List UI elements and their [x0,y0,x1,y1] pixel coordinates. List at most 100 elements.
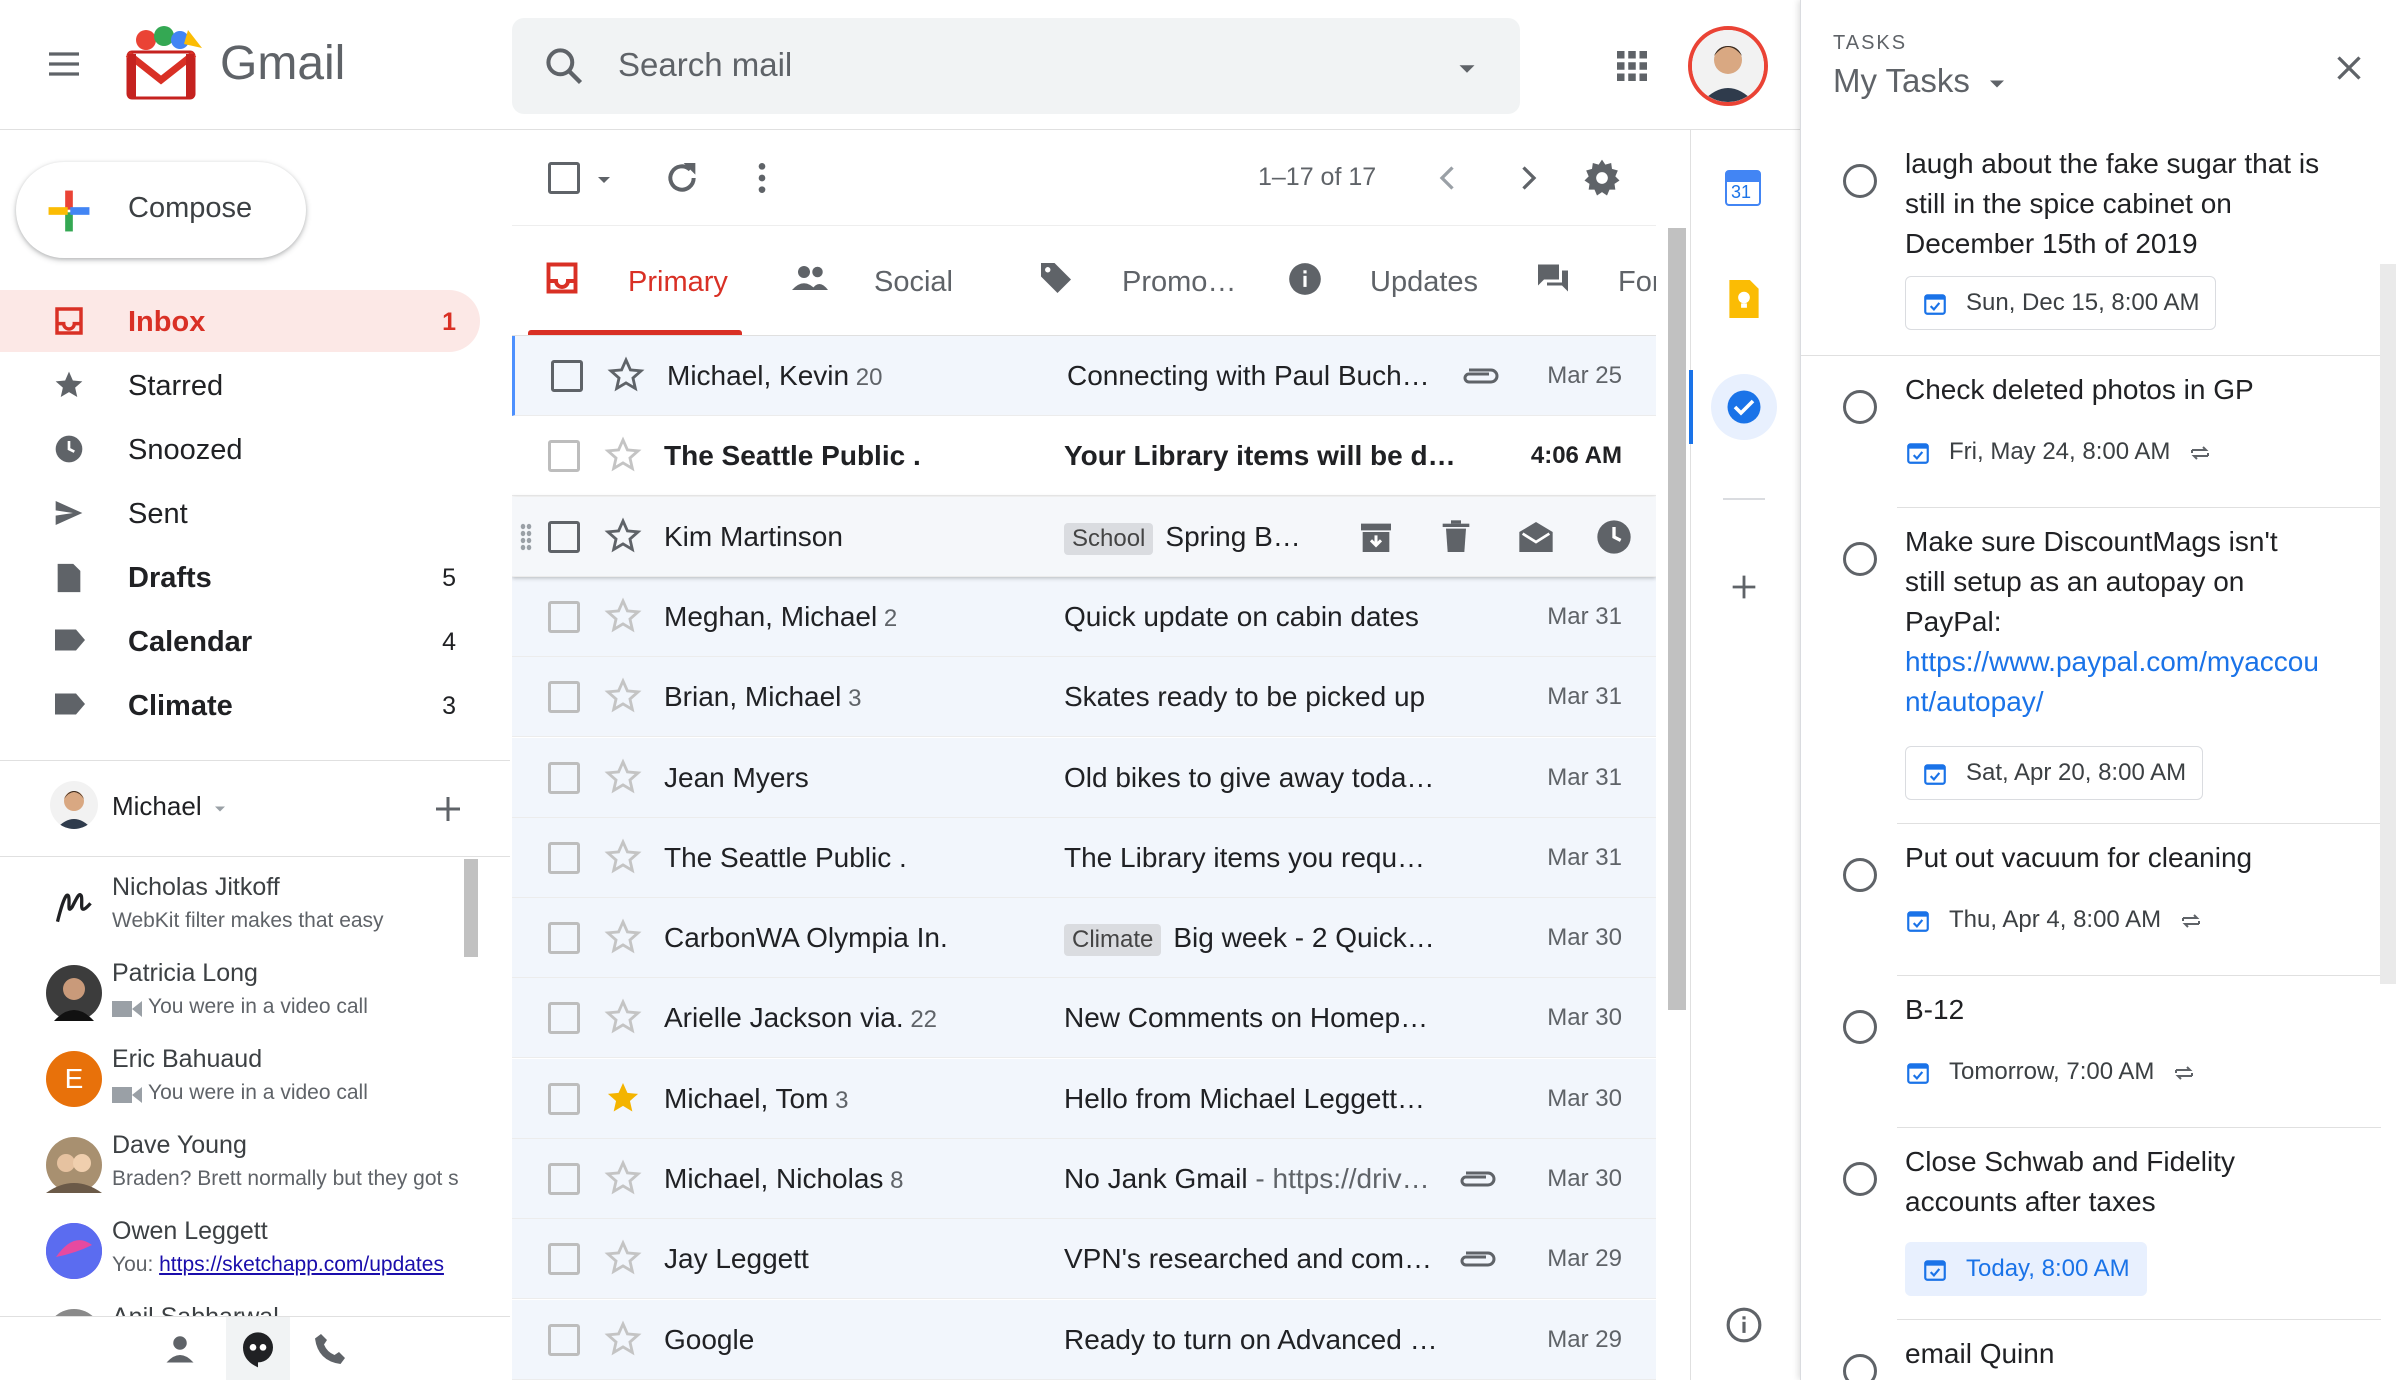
task-complete-checkbox[interactable] [1843,542,1877,576]
chevron-right-icon[interactable] [1510,160,1546,196]
contact-item[interactable]: E Eric Bahuaud You were in a video call [0,1033,480,1119]
row-checkbox[interactable] [548,1163,580,1195]
row-checkbox[interactable] [548,1002,580,1034]
mail-row[interactable]: Brian, Michael 3 Skates ready to be picke… [512,657,1656,737]
chevron-left-icon[interactable] [1430,160,1466,196]
task-item[interactable]: Put out vacuum for cleaning Thu, Apr 4, 8… [1843,824,2381,976]
account-avatar[interactable] [1688,26,1768,106]
task-due-date[interactable]: Sun, Dec 15, 8:00 AM [1905,276,2217,330]
star-outline-icon[interactable] [604,677,642,715]
search-options-icon[interactable] [1452,54,1482,84]
task-complete-checkbox[interactable] [1843,390,1877,424]
star-outline-icon[interactable] [604,838,642,876]
phone-icon[interactable] [312,1331,348,1367]
star-outline-icon[interactable] [604,517,642,555]
mark-read-icon[interactable] [1516,517,1556,557]
mail-row[interactable]: The Seattle Public . Your Library items w… [512,416,1656,496]
star-outline-icon[interactable] [604,1159,642,1197]
mail-row[interactable]: Google Ready to turn on Advanced … Mar 29 [512,1300,1656,1380]
chevron-down-icon[interactable] [210,799,230,819]
row-checkbox[interactable] [548,681,580,713]
task-title[interactable]: email Quinn [1905,1334,2325,1374]
delete-icon[interactable] [1436,517,1476,557]
add-contact-icon[interactable] [430,791,466,827]
compose-button[interactable]: Compose [16,162,306,258]
task-due-date[interactable]: Today, 8:00 AM [1905,1242,2147,1296]
task-complete-checkbox[interactable] [1843,1010,1877,1044]
apps-grid-icon[interactable] [1612,46,1652,86]
contact-item[interactable]: Patricia Long You were in a video call [0,947,480,1033]
star-filled-icon[interactable] [604,1079,642,1117]
mail-row[interactable]: Jean Myers Old bikes to give away toda… Ma… [512,738,1656,818]
tab-primary[interactable]: Primary [544,226,774,335]
sidebar-item-drafts[interactable]: Drafts 5 [0,546,480,608]
mail-row[interactable]: CarbonWA Olympia In. Climate Big week - 2 … [512,898,1656,978]
drag-handle[interactable] [520,523,532,551]
tasks-scrollbar[interactable] [2380,264,2396,984]
search-icon[interactable] [542,44,586,88]
chevron-down-icon[interactable] [592,168,616,192]
row-checkbox[interactable] [548,762,580,794]
tasks-addon[interactable] [1711,374,1777,440]
star-outline-icon[interactable] [604,1239,642,1277]
row-checkbox[interactable] [548,1324,580,1356]
mail-label-chip[interactable]: School [1064,523,1154,555]
mail-row[interactable]: Michael, Kevin 20 Connecting with Paul Bu… [512,336,1656,416]
select-all-checkbox[interactable] [548,162,580,194]
star-outline-icon[interactable] [604,998,642,1036]
contact-item[interactable]: Owen Leggett You: https://sketchapp.com/… [0,1205,480,1291]
sidebar-item-inbox[interactable]: Inbox 1 [0,290,480,352]
task-title[interactable]: Put out vacuum for cleaning [1905,838,2325,878]
mail-row[interactable]: Michael, Nicholas 8 No Jank Gmail - https… [512,1139,1656,1219]
gmail-logo[interactable]: Gmail [124,24,354,104]
row-checkbox[interactable] [548,440,580,472]
mail-row[interactable]: Arielle Jackson via. 22 New Comments on H… [512,978,1656,1058]
sidebar-item-snoozed[interactable]: Snoozed [0,418,480,480]
add-addon-icon[interactable] [1727,570,1761,604]
keep-addon[interactable] [1729,280,1759,318]
snooze-clock-icon[interactable] [1594,517,1634,557]
star-outline-icon[interactable] [604,1320,642,1358]
task-title[interactable]: Check deleted photos in GP [1905,370,2325,410]
star-outline-icon[interactable] [604,436,642,474]
task-item[interactable]: Check deleted photos in GP Fri, May 24, 8… [1843,356,2381,508]
contact-item[interactable]: Nicholas Jitkoff WebKit filter makes tha… [0,861,480,947]
row-checkbox[interactable] [548,922,580,954]
task-list-selector[interactable]: My Tasks [1833,62,2053,106]
person-icon[interactable] [162,1331,198,1367]
sidebar-item-sent[interactable]: Sent [0,482,480,544]
settings-gear-icon[interactable] [1582,158,1622,198]
task-due-date[interactable]: Fri, May 24, 8:00 AM [1905,426,2228,480]
task-item[interactable]: B-12 Tomorrow, 7:00 AM [1843,976,2381,1128]
task-item[interactable]: laugh about the fake sugar that is still… [1801,130,2381,356]
main-menu-button[interactable] [44,44,100,88]
sidebar-item-calendar[interactable]: Calendar 4 [0,610,480,672]
row-checkbox[interactable] [548,601,580,633]
star-outline-icon[interactable] [604,918,642,956]
tab-forums[interactable]: Foru [1534,226,1656,335]
mail-row[interactable]: The Seattle Public . The Library items yo… [512,818,1656,898]
refresh-icon[interactable] [662,158,702,198]
row-checkbox[interactable] [551,360,583,392]
mail-row[interactable]: Jay Leggett VPN's researched and com… Mar … [512,1219,1656,1299]
row-checkbox[interactable] [548,1083,580,1115]
task-item[interactable]: Close Schwab and Fidelity accounts after… [1843,1128,2381,1320]
task-complete-checkbox[interactable] [1843,1354,1877,1380]
task-complete-checkbox[interactable] [1843,164,1877,198]
task-title[interactable]: B-12 [1905,990,2325,1030]
mail-row[interactable]: Meghan, Michael 2 Quick update on cabin d… [512,577,1656,657]
sidebar-item-starred[interactable]: Starred [0,354,480,416]
tab-promotions[interactable]: Promo… [1038,226,1288,335]
archive-icon[interactable] [1356,517,1396,557]
task-due-date[interactable]: Thu, Apr 4, 8:00 AM [1905,894,2219,948]
star-outline-icon[interactable] [604,597,642,635]
mail-list-scrollbar[interactable] [1668,228,1686,1010]
close-icon[interactable] [2331,50,2367,86]
task-complete-checkbox[interactable] [1843,858,1877,892]
more-vert-icon[interactable] [742,158,782,198]
contact-item[interactable]: Dave Young Braden? Brett normally but th… [0,1119,480,1205]
contact-status-link[interactable]: https://sketchapp.com/updates [159,1253,444,1276]
task-due-date[interactable]: Sat, Apr 20, 8:00 AM [1905,746,2204,800]
calendar-addon[interactable]: 31 [1725,170,1761,206]
task-due-date[interactable]: Tomorrow, 7:00 AM [1905,1046,2212,1100]
